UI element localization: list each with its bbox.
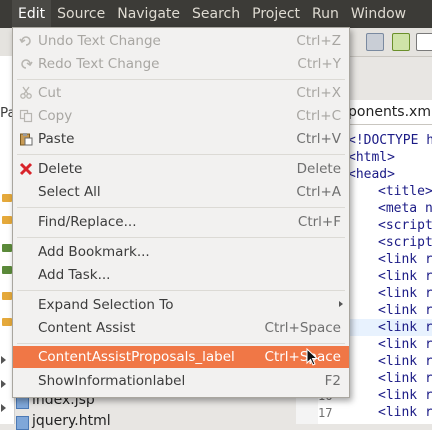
- content-assist-proposals-label: ContentAssistProposals_label: [38, 349, 235, 365]
- code-line: <script: [378, 235, 432, 250]
- undo-menu-item[interactable]: Undo Text Change Ctrl+Z: [13, 30, 349, 52]
- package-icon: [2, 266, 12, 274]
- editor-tab-label: ponents.xml: [348, 104, 432, 120]
- package-icon: [2, 244, 12, 252]
- code-line: <link r: [378, 354, 432, 369]
- undo-label: Undo Text Change: [38, 33, 161, 49]
- delete-menu-item[interactable]: Delete Delete: [13, 158, 349, 180]
- add-task-label: Add Task...: [38, 267, 111, 283]
- expand-arrow-icon[interactable]: [1, 380, 6, 388]
- redo-icon: [21, 59, 33, 69]
- folder-icon: [2, 216, 12, 224]
- content-assist-proposals-menu-item[interactable]: ContentAssistProposals_label Ctrl+Space: [13, 346, 349, 368]
- menu-separator: [17, 290, 345, 291]
- menu-window[interactable]: Window: [345, 0, 412, 28]
- redo-menu-item[interactable]: Redo Text Change Ctrl+Y: [13, 53, 349, 75]
- copy-menu-item[interactable]: Copy Ctrl+C: [13, 105, 349, 127]
- content-assist-proposals-accel: Ctrl+Space: [264, 349, 341, 365]
- menu-separator: [17, 207, 345, 208]
- find-replace-menu-item[interactable]: Find/Replace... Ctrl+F: [13, 211, 349, 233]
- cut-menu-item[interactable]: Cut Ctrl+X: [13, 82, 349, 104]
- redo-label: Redo Text Change: [38, 56, 160, 72]
- copy-label: Copy: [38, 108, 73, 124]
- code-line: <link r: [378, 303, 432, 318]
- show-information-label: ShowInformationlabel: [38, 373, 186, 389]
- menu-separator: [17, 79, 345, 80]
- code-line: <link r: [378, 388, 432, 403]
- code-line: <meta n: [378, 201, 432, 216]
- undo-icon: [19, 36, 31, 46]
- expand-selection-menu-item[interactable]: Expand Selection To: [13, 294, 349, 316]
- toolbar-snippet-icon[interactable]: [392, 33, 410, 51]
- select-all-accel: Ctrl+A: [296, 184, 341, 200]
- code-line: <head>: [348, 167, 395, 182]
- code-line: <link r: [378, 286, 432, 301]
- menu-separator: [17, 343, 345, 344]
- undo-accel: Ctrl+Z: [296, 33, 341, 49]
- menu-project[interactable]: Project: [246, 0, 306, 28]
- copy-accel: Ctrl+C: [296, 108, 341, 124]
- show-information-menu-item[interactable]: ShowInformationlabel F2: [13, 370, 349, 392]
- clipboard-icon: [20, 133, 33, 146]
- delete-x-icon: [19, 162, 33, 176]
- paste-label: Paste: [38, 131, 75, 147]
- menubar: Edit Source Navigate Search Project Run …: [0, 0, 432, 28]
- scissors-icon: [20, 86, 32, 99]
- cut-label: Cut: [38, 85, 62, 101]
- delete-label: Delete: [38, 161, 83, 177]
- cut-accel: Ctrl+X: [296, 85, 341, 101]
- menu-edit[interactable]: Edit: [12, 0, 52, 28]
- show-information-accel: F2: [324, 373, 341, 389]
- folder-icon: [2, 194, 12, 202]
- folder-icon: [2, 292, 12, 300]
- content-assist-label: Content Assist: [38, 320, 136, 336]
- toolbar-window-icon[interactable]: [416, 33, 432, 51]
- file-item-jquery-html[interactable]: jquery.html: [32, 413, 111, 429]
- delete-accel: Delete: [296, 161, 341, 177]
- copy-icon: [19, 109, 33, 123]
- edit-menu: Undo Text Change Ctrl+Z Redo Text Change…: [12, 27, 350, 398]
- code-line: <title>: [378, 184, 432, 199]
- expand-arrow-icon[interactable]: [1, 356, 6, 364]
- paste-accel: Ctrl+V: [296, 131, 341, 147]
- line-number: 17: [318, 406, 333, 420]
- code-line: <link r: [378, 371, 432, 386]
- code-line: <link r: [378, 405, 432, 420]
- menu-run[interactable]: Run: [306, 0, 345, 28]
- find-replace-label: Find/Replace...: [38, 214, 137, 230]
- select-all-menu-item[interactable]: Select All Ctrl+A: [13, 181, 349, 203]
- code-line: <html>: [348, 150, 395, 165]
- add-bookmark-label: Add Bookmark...: [38, 244, 150, 260]
- menu-search[interactable]: Search: [186, 0, 246, 28]
- html-file-icon: [16, 416, 29, 430]
- code-line: <link r: [378, 320, 432, 335]
- select-all-label: Select All: [38, 184, 101, 200]
- submenu-arrow-icon: [339, 301, 343, 307]
- code-line: <link r: [378, 269, 432, 284]
- code-line: <script: [378, 218, 432, 233]
- menu-separator: [17, 237, 345, 238]
- redo-accel: Ctrl+Y: [297, 56, 341, 72]
- code-line: <link r: [378, 337, 432, 352]
- expand-selection-label: Expand Selection To: [38, 297, 174, 313]
- content-assist-menu-item[interactable]: Content Assist Ctrl+Space: [13, 317, 349, 339]
- content-assist-accel: Ctrl+Space: [264, 320, 341, 336]
- menu-navigate[interactable]: Navigate: [111, 0, 186, 28]
- code-line: <!DOCTYPE h: [348, 133, 432, 148]
- paste-menu-item[interactable]: Paste Ctrl+V: [13, 128, 349, 150]
- toolbar-nav-icon[interactable]: [366, 33, 384, 51]
- add-bookmark-menu-item[interactable]: Add Bookmark...: [13, 241, 349, 263]
- menu-source[interactable]: Source: [51, 0, 111, 28]
- folder-icon: [2, 318, 12, 326]
- code-line: <link r: [378, 252, 432, 267]
- menu-separator: [17, 154, 345, 155]
- find-replace-accel: Ctrl+F: [297, 214, 341, 230]
- expand-arrow-icon[interactable]: [1, 404, 6, 412]
- mouse-pointer-icon: [306, 348, 318, 366]
- add-task-menu-item[interactable]: Add Task...: [13, 264, 349, 286]
